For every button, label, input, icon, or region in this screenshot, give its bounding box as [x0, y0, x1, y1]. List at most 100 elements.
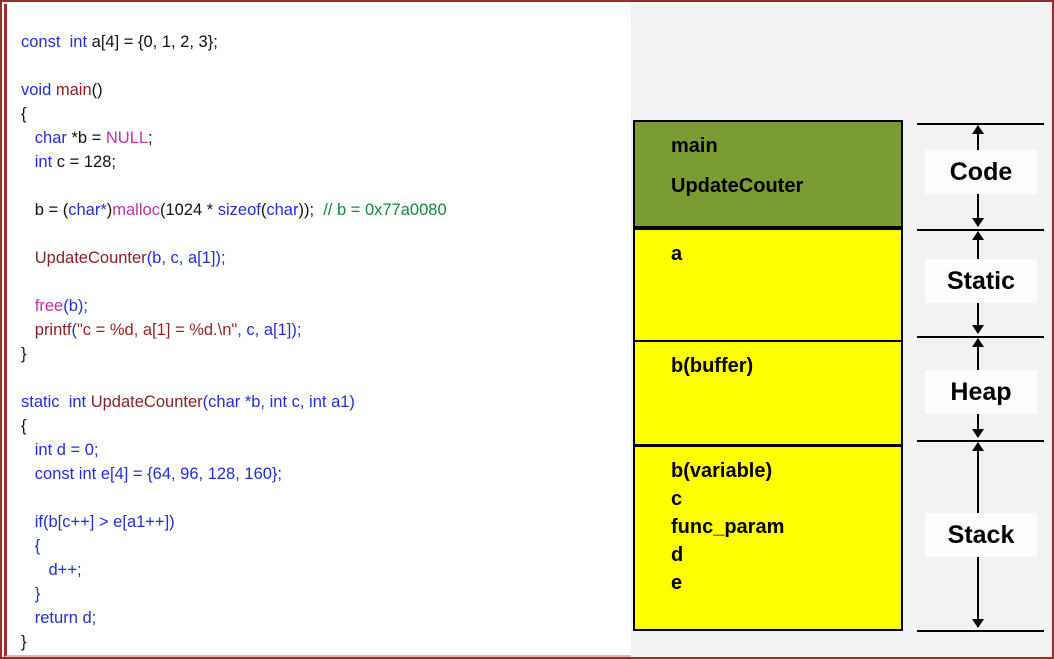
- code-token: (b, c, a[1]);: [147, 249, 226, 267]
- code-line: }: [21, 582, 621, 606]
- code-token: [21, 513, 35, 531]
- code-line: [21, 366, 621, 390]
- memory-block-label: b(variable): [671, 457, 901, 485]
- code-line: {: [21, 414, 621, 438]
- code-token: c = 128;: [57, 153, 116, 171]
- code-token: {: [21, 105, 27, 123]
- code-token: [21, 297, 35, 315]
- code-panel: const int a[4] = {0, 1, 2, 3}; void main…: [4, 4, 631, 657]
- memory-block-label: d: [671, 541, 901, 569]
- code-line: const int a[4] = {0, 1, 2, 3};: [21, 30, 621, 54]
- segment-label-code: Code: [925, 150, 1037, 194]
- code-line: free(b);: [21, 294, 621, 318]
- code-line: {: [21, 102, 621, 126]
- code-token: char: [35, 129, 72, 147]
- code-token: char: [266, 201, 298, 219]
- code-token: const: [21, 33, 65, 51]
- code-token: }: [21, 345, 27, 363]
- code-line: d++;: [21, 558, 621, 582]
- memory-block-label: e: [671, 569, 901, 597]
- code-line: b = (char*)malloc(1024 * sizeof(char)); …: [21, 198, 621, 222]
- code-line: [21, 222, 621, 246]
- code-token: {: [21, 417, 27, 435]
- code-token: char*: [68, 201, 107, 219]
- segment-divider-line: [917, 630, 1044, 632]
- code-token: [21, 249, 35, 267]
- code-line: [21, 174, 621, 198]
- code-line: [21, 486, 621, 510]
- code-token: void: [21, 81, 56, 99]
- memory-block-label: b(buffer): [671, 352, 901, 380]
- code-line: return d;: [21, 606, 621, 630]
- code-line: {: [21, 534, 621, 558]
- code-line: UpdateCounter(b, c, a[1]);: [21, 246, 621, 270]
- code-token: a1): [331, 393, 355, 411]
- stack-segment-block: b(variable)cfunc_paramde: [633, 445, 903, 631]
- code-listing: const int a[4] = {0, 1, 2, 3}; void main…: [21, 30, 621, 654]
- code-token: int: [64, 393, 91, 411]
- code-token: ));: [298, 201, 323, 219]
- code-token: (): [92, 81, 103, 99]
- code-token: UpdateCounter: [35, 249, 147, 267]
- code-token: (b[c++] > e[a1++]): [43, 513, 175, 531]
- code-token: d = 0;: [57, 441, 99, 459]
- code-token: main: [56, 81, 92, 99]
- code-token: a[4] = {0, 1, 2, 3};: [92, 33, 218, 51]
- code-token: char: [208, 393, 245, 411]
- segment-label-stack: Stack: [925, 513, 1037, 557]
- code-token: UpdateCounter: [91, 393, 203, 411]
- code-token: [21, 321, 35, 339]
- code-token: int: [309, 393, 331, 411]
- code-line: const int e[4] = {64, 96, 128, 160};: [21, 462, 621, 486]
- code-token: if: [35, 513, 43, 531]
- memory-block-label: a: [671, 240, 901, 268]
- code-token: int: [270, 393, 292, 411]
- code-token: (1024 *: [160, 201, 218, 219]
- static-segment-block: a: [633, 228, 903, 342]
- code-token: , c, a[1]);: [237, 321, 301, 339]
- code-token: *b =: [71, 129, 105, 147]
- code-line: int d = 0;: [21, 438, 621, 462]
- code-token: [21, 129, 35, 147]
- code-token: c,: [292, 393, 309, 411]
- code-token: const int: [35, 465, 101, 483]
- code-token: return: [35, 609, 83, 627]
- code-token: [21, 153, 35, 171]
- code-token: printf: [35, 321, 72, 339]
- code-token: // b = 0x77a0080: [323, 201, 446, 219]
- code-token: [21, 441, 35, 459]
- code-token: free: [35, 297, 63, 315]
- memory-block-label: main: [671, 132, 901, 160]
- code-token: "c = %d, a[1] = %d.\n": [77, 321, 237, 339]
- slide-canvas: const int a[4] = {0, 1, 2, 3}; void main…: [0, 0, 1054, 659]
- code-token: *b,: [245, 393, 270, 411]
- code-token: malloc: [112, 201, 160, 219]
- code-token: int: [35, 153, 57, 171]
- memory-block-label: c: [671, 485, 901, 513]
- code-token: ;: [148, 129, 153, 147]
- code-segment-block: main UpdateCouter: [633, 120, 903, 228]
- code-line: static int UpdateCounter(char *b, int c,…: [21, 390, 621, 414]
- code-line: if(b[c++] > e[a1++]): [21, 510, 621, 534]
- code-token: [21, 465, 35, 483]
- memory-layout-diagram: main UpdateCouter a b(buffer) b(variable)cfu…: [631, 4, 1054, 657]
- code-line: char *b = NULL;: [21, 126, 621, 150]
- memory-block-label: func_param: [671, 513, 901, 541]
- code-token: b = (: [21, 201, 68, 219]
- code-line: [21, 270, 621, 294]
- code-line: }: [21, 630, 621, 654]
- code-token: e[4] = {64, 96, 128, 160};: [101, 465, 282, 483]
- code-token: static: [21, 393, 64, 411]
- code-line: void main(): [21, 78, 621, 102]
- code-token: int: [65, 33, 92, 51]
- code-line: int c = 128;: [21, 150, 621, 174]
- code-token: {: [21, 537, 40, 555]
- code-token: }: [21, 633, 27, 651]
- code-token: int: [35, 441, 57, 459]
- segment-label-static: Static: [925, 259, 1037, 303]
- code-token: d;: [82, 609, 96, 627]
- memory-block-label: UpdateCouter: [671, 172, 901, 200]
- segment-label-heap: Heap: [925, 370, 1037, 414]
- code-line: }: [21, 342, 621, 366]
- code-token: }: [21, 585, 40, 603]
